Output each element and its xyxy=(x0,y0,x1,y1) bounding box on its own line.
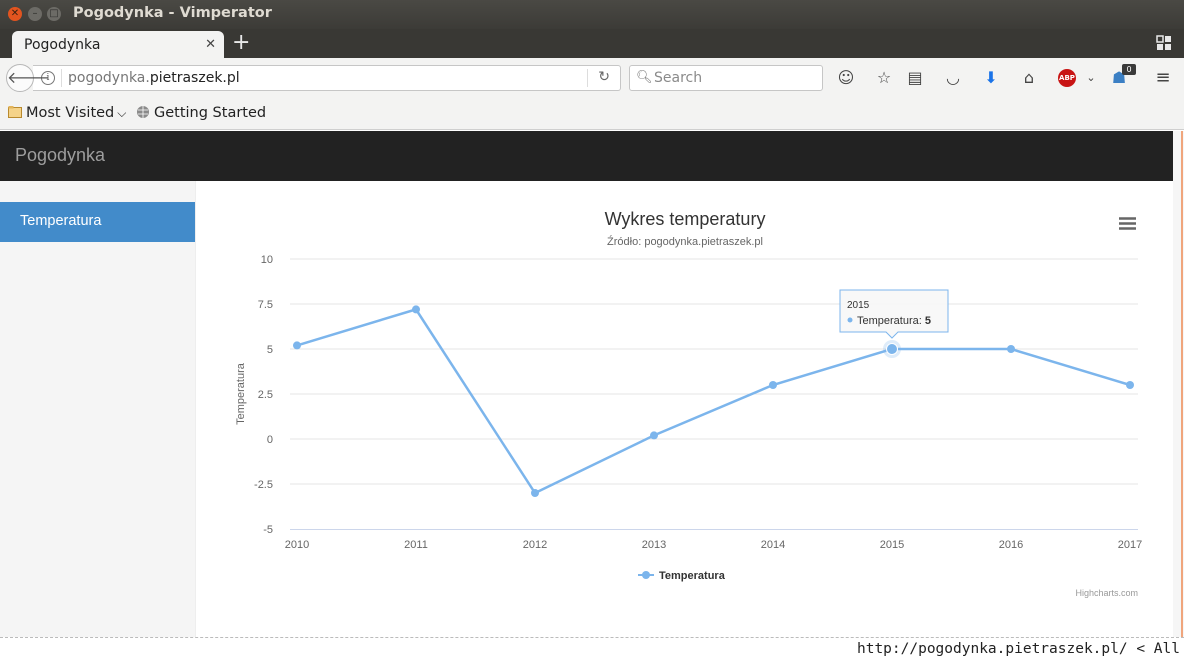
adblock-plus-icon[interactable]: ABP xyxy=(1058,69,1076,87)
temperature-chart: 107.552.50-2.5-5 2010 2011 2012 2013 2014 201… xyxy=(235,209,1142,598)
series-line-temperatura xyxy=(296,307,1131,495)
url-separator xyxy=(61,69,62,87)
hamburger-menu-icon[interactable]: ≡ xyxy=(1153,68,1173,88)
main-content: 10 7.5 5 2.5 0 -2.5 -5 2010 2011 2012 2013 2014 201… xyxy=(196,181,1173,637)
tooltip-value-line: Temperatura: 5 xyxy=(857,315,931,327)
reading-list-icon[interactable]: ▤ xyxy=(905,68,925,88)
url-domain: pietraszek.pl xyxy=(149,70,240,86)
bookmark-label: Getting Started xyxy=(154,105,267,121)
bookmarks-toolbar: Most Visited ⌵ Getting Started xyxy=(0,98,1184,130)
y-tick-label: 5 xyxy=(267,344,273,356)
sidebar: Temperatura xyxy=(0,181,196,637)
y-tick-label: 2.5 xyxy=(258,389,273,401)
app-navbar: Pogodynka xyxy=(0,131,1173,181)
data-point[interactable] xyxy=(886,343,898,355)
y-tick-label: -5 xyxy=(263,524,273,536)
legend-marker xyxy=(642,571,650,579)
x-tick-label: 2011 xyxy=(404,539,428,551)
pocket-icon[interactable]: ◡ xyxy=(943,68,963,88)
scrollbar-indicator xyxy=(1181,131,1183,637)
tab-close-icon[interactable]: ✕ xyxy=(205,37,216,52)
data-point[interactable] xyxy=(769,381,777,389)
search-icon: 🔍︎ xyxy=(636,70,653,85)
x-tick-label: 2012 xyxy=(523,539,547,551)
tooltip-series-label: Temperatura: xyxy=(857,315,925,327)
chart-subtitle: Źródło: pogodynka.pietraszek.pl xyxy=(607,235,763,248)
data-point[interactable] xyxy=(650,431,658,440)
tooltip-category: 2015 xyxy=(847,300,870,311)
data-point[interactable] xyxy=(531,489,539,497)
window-titlebar: ✕ – □ Pogodynka - Vimperator xyxy=(0,0,1184,29)
x-tick-label: 2010 xyxy=(285,539,309,551)
tab-strip: Pogodynka ✕ + xyxy=(0,29,1184,60)
chart-legend[interactable]: Temperatura xyxy=(638,570,726,582)
chart-grid xyxy=(290,258,1138,485)
notification-badge: 0 xyxy=(1122,64,1136,75)
chart-title: Wykres temperatury xyxy=(605,209,766,229)
tab-list-icon[interactable] xyxy=(1156,35,1172,51)
tab-label: Pogodynka xyxy=(24,37,101,53)
navigation-toolbar: i pogodynka.pietraszek.pl ↻ 🡐 🔍︎ Search … xyxy=(0,58,1184,98)
x-axis-ticks: 2010 2011 2012 2013 2014 2015 2016 2017 xyxy=(285,539,1142,551)
reload-icon[interactable]: ↻ xyxy=(598,69,610,85)
back-button[interactable]: 🡐 xyxy=(6,64,50,92)
bookmark-getting-started[interactable]: Getting Started xyxy=(136,105,266,121)
status-bar: http://pogodynka.pietraszek.pl/ < All xyxy=(0,637,1184,660)
data-point[interactable] xyxy=(1126,381,1134,389)
x-tick-label: 2016 xyxy=(999,539,1023,551)
tooltip-series-dot xyxy=(847,317,853,323)
bookmark-most-visited[interactable]: Most Visited ⌵ xyxy=(8,105,126,121)
data-point[interactable] xyxy=(412,305,420,314)
status-text: http://pogodynka.pietraszek.pl/ < All xyxy=(856,641,1180,657)
chart-tooltip: 2015 Temperatura: 5 xyxy=(839,289,949,339)
downloads-icon[interactable]: ⬇ xyxy=(981,68,1001,88)
y-tick-label: 10 xyxy=(261,254,273,266)
y-axis-ticks: 10 7.5 5 2.5 0 -2.5 -5 xyxy=(254,254,273,536)
folder-icon xyxy=(8,106,22,118)
y-tick-label: 7.5 xyxy=(258,299,273,311)
bookmark-star-icon[interactable]: ☆ xyxy=(874,68,894,88)
url-prefix: pogodynka. xyxy=(68,70,150,86)
chart-credits[interactable]: Highcharts.com xyxy=(1075,588,1138,598)
data-point[interactable] xyxy=(1007,345,1015,353)
x-tick-label: 2017 xyxy=(1118,539,1142,551)
y-tick-label: -2.5 xyxy=(254,479,273,491)
chart-menu-icon[interactable] xyxy=(1116,215,1138,233)
window-minimize-button[interactable]: – xyxy=(28,7,42,21)
tooltip-value: 5 xyxy=(925,315,931,327)
search-placeholder: Search xyxy=(654,70,703,86)
window-title: Pogodynka - Vimperator xyxy=(73,5,272,21)
url-bar[interactable]: i pogodynka.pietraszek.pl ↻ xyxy=(33,65,621,91)
x-tick-label: 2015 xyxy=(880,539,904,551)
data-point[interactable] xyxy=(293,341,301,350)
window-close-button[interactable]: ✕ xyxy=(8,7,22,21)
x-tick-label: 2014 xyxy=(761,539,785,551)
url-text[interactable]: pogodynka.pietraszek.pl xyxy=(68,70,240,86)
tooltip-box xyxy=(839,289,949,339)
legend-label-temperatura: Temperatura xyxy=(659,570,726,582)
tab-pogodynka[interactable]: Pogodynka ✕ xyxy=(12,31,224,60)
home-icon[interactable]: ⌂ xyxy=(1019,68,1039,88)
sidebar-item-temperatura[interactable]: Temperatura xyxy=(0,202,195,242)
bookmark-label: Most Visited xyxy=(26,105,115,121)
window-maximize-button[interactable]: □ xyxy=(47,7,61,21)
app-brand[interactable]: Pogodynka xyxy=(15,145,105,166)
series-points xyxy=(293,305,1134,497)
new-tab-icon[interactable]: + xyxy=(232,31,250,55)
reload-separator xyxy=(587,69,588,87)
chevron-down-icon[interactable]: ⌄ xyxy=(1081,68,1101,88)
emoji-addon-icon[interactable]: ☺ xyxy=(836,68,856,88)
globe-icon xyxy=(137,106,149,118)
y-tick-label: 0 xyxy=(267,434,273,446)
search-input[interactable]: 🔍︎ Search xyxy=(629,65,823,91)
y-axis-title: Temperatura xyxy=(235,362,247,425)
x-tick-label: 2013 xyxy=(642,539,666,551)
chevron-down-icon: ⌵ xyxy=(117,106,127,120)
